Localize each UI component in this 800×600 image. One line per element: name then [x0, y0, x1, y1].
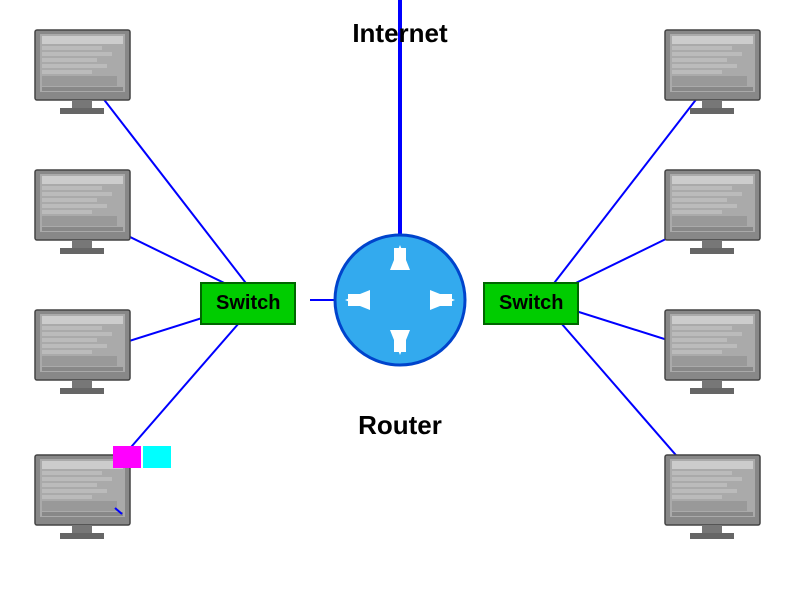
switch-left: Switch [200, 282, 296, 325]
switch-right: Switch [483, 282, 579, 325]
patch-cyan [143, 446, 171, 468]
router-label: Router [358, 410, 442, 441]
internet-label: Internet [352, 18, 447, 49]
patch-magenta [113, 446, 141, 468]
